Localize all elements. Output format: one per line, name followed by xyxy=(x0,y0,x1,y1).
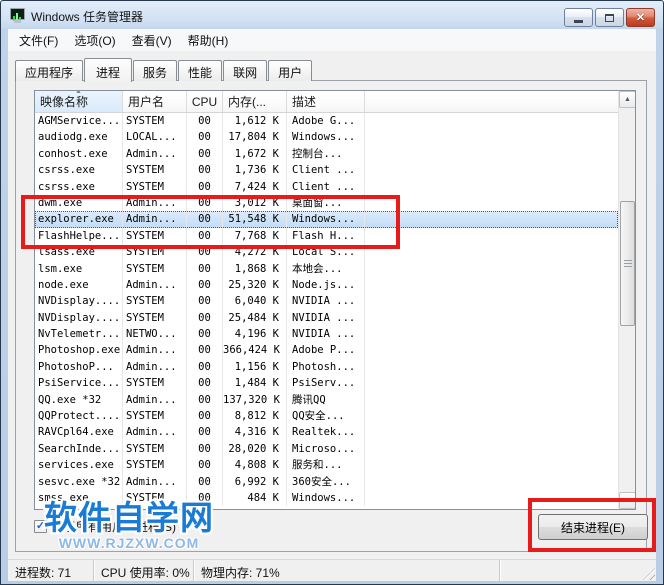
minimize-icon xyxy=(574,20,583,23)
column-header[interactable]: 内存(... xyxy=(223,91,287,112)
status-physical-memory: 物理内存: 71% xyxy=(194,560,500,581)
tab[interactable]: 联网 xyxy=(223,60,267,81)
table-row[interactable]: NvTelemetr... NETWO... 00 4,196 K NVIDIA… xyxy=(35,326,618,342)
end-process-button[interactable]: 结束进程(E) xyxy=(538,514,648,540)
resize-grip-icon[interactable] xyxy=(643,568,655,580)
column-header[interactable]: CPU xyxy=(187,91,223,112)
tab[interactable]: 服务 xyxy=(133,60,177,81)
client-area: 应用程序进程服务性能联网用户 映像名称 用户名 CPU xyxy=(8,51,656,559)
list-body: AGMService... SYSTEM 00 1,612 K Adobe G.… xyxy=(35,113,618,509)
table-row[interactable]: FlashHelpe... SYSTEM 00 7,768 K Flash H.… xyxy=(35,228,618,244)
sort-asc-icon xyxy=(75,91,82,95)
tab[interactable]: 用户 xyxy=(268,60,312,81)
title-bar[interactable]: Windows 任务管理器 ✕ xyxy=(2,2,662,29)
table-row[interactable]: sesvc.exe *32 Admin... 00 6,992 K 360安全.… xyxy=(35,474,618,490)
table-row[interactable]: QQ.exe *32 Admin... 00 137,320 K 腾讯QQ xyxy=(35,392,618,408)
show-all-users-checkbox[interactable]: ✓ xyxy=(34,520,47,533)
scrollbar-thumb[interactable] xyxy=(620,201,635,326)
minimize-button[interactable] xyxy=(564,8,593,27)
table-row[interactable]: csrss.exe SYSTEM 00 7,424 K Client ... xyxy=(35,179,618,195)
table-row[interactable]: explorer.exe Admin... 00 51,548 K Window… xyxy=(35,211,618,227)
status-cpu-usage: CPU 使用率: 0% xyxy=(94,560,194,581)
table-row[interactable]: PsiService... SYSTEM 00 1,484 K PsiServ.… xyxy=(35,375,618,391)
close-icon: ✕ xyxy=(636,11,645,24)
column-header[interactable]: 用户名 xyxy=(123,91,187,112)
task-manager-icon xyxy=(10,8,26,23)
menu-item[interactable]: 选项(O) xyxy=(66,29,123,52)
status-bar: 进程数: 71 CPU 使用率: 0% 物理内存: 71% xyxy=(8,559,656,581)
close-button[interactable]: ✕ xyxy=(626,8,655,27)
show-all-users-label: 显示所有用户的进程(S) xyxy=(52,518,176,535)
column-header[interactable]: 映像名称 xyxy=(35,91,123,112)
checkmark-icon: ✓ xyxy=(36,521,45,532)
scroll-down-button[interactable]: ▼ xyxy=(619,492,636,509)
scroll-down-icon: ▼ xyxy=(624,497,631,504)
table-row[interactable]: PhotoshoP... Admin... 00 1,156 K Photosh… xyxy=(35,359,618,375)
window-title: Windows 任务管理器 xyxy=(31,8,143,25)
menu-item[interactable]: 查看(V) xyxy=(124,29,180,52)
show-all-users-row: ✓ 显示所有用户的进程(S) xyxy=(34,518,176,535)
scroll-up-icon: ▲ xyxy=(624,96,631,103)
maximize-button[interactable] xyxy=(595,8,624,27)
menu-item[interactable]: 帮助(H) xyxy=(180,29,237,52)
table-row[interactable]: smss.exe SYSTEM 00 484 K Windows... xyxy=(35,490,618,506)
tab[interactable]: 性能 xyxy=(178,60,222,81)
tab[interactable]: 进程 xyxy=(84,58,132,82)
process-list[interactable]: 映像名称 用户名 CPU 内存(... 描述 xyxy=(34,90,636,510)
table-row[interactable]: NVDisplay.... SYSTEM 00 6,040 K NVIDIA .… xyxy=(35,293,618,309)
table-row[interactable]: QQProtect.... SYSTEM 00 8,812 K QQ安全... xyxy=(35,408,618,424)
table-row[interactable]: lsm.exe SYSTEM 00 1,868 K 本地会... xyxy=(35,261,618,277)
scrollbar-grip-icon xyxy=(624,260,632,268)
processes-tab-page: 映像名称 用户名 CPU 内存(... 描述 xyxy=(15,80,647,552)
table-row[interactable]: lsass.exe SYSTEM 00 4,272 K Local S... xyxy=(35,244,618,260)
menu-bar: 文件(F)选项(O)查看(V)帮助(H) xyxy=(8,29,656,51)
table-row[interactable]: csrss.exe SYSTEM 00 1,736 K Client ... xyxy=(35,162,618,178)
table-row[interactable]: AGMService... SYSTEM 00 1,612 K Adobe G.… xyxy=(35,113,618,129)
table-row[interactable]: RAVCpl64.exe Admin... 00 4,316 K Realtek… xyxy=(35,424,618,440)
maximize-icon xyxy=(605,14,614,22)
table-row[interactable]: node.exe Admin... 00 25,320 K Node.js... xyxy=(35,277,618,293)
table-row[interactable]: NVDisplay.... SYSTEM 00 25,484 K NVIDIA … xyxy=(35,310,618,326)
table-row[interactable]: audiodg.exe LOCAL... 00 17,804 K Windows… xyxy=(35,129,618,145)
tab-strip: 应用程序进程服务性能联网用户 xyxy=(15,57,313,81)
list-header: 映像名称 用户名 CPU 内存(... 描述 xyxy=(35,91,618,113)
table-row[interactable]: conhost.exe Admin... 00 1,672 K 控制台... xyxy=(35,146,618,162)
menu-item[interactable]: 文件(F) xyxy=(11,29,66,52)
column-header[interactable]: 描述 xyxy=(287,91,365,112)
table-row[interactable]: dwm.exe Admin... 00 3,012 K 桌面窗... xyxy=(35,195,618,211)
table-row[interactable]: services.exe SYSTEM 00 4,808 K 服务和... xyxy=(35,457,618,473)
tab[interactable]: 应用程序 xyxy=(15,60,83,81)
status-process-count: 进程数: 71 xyxy=(8,560,94,581)
table-row[interactable]: SearchInde... SYSTEM 00 28,020 K Microso… xyxy=(35,441,618,457)
scroll-up-button[interactable]: ▲ xyxy=(619,91,636,108)
vertical-scrollbar[interactable]: ▲ ▼ xyxy=(618,91,635,509)
status-filler xyxy=(500,560,656,581)
task-manager-window: Windows 任务管理器 ✕ 文件(F)选项(O)查看(V)帮助(H) 应用程… xyxy=(0,0,664,585)
column-header-filler xyxy=(365,91,618,112)
table-row[interactable]: Photoshop.exe Admin... 00 366,424 K Adob… xyxy=(35,342,618,358)
